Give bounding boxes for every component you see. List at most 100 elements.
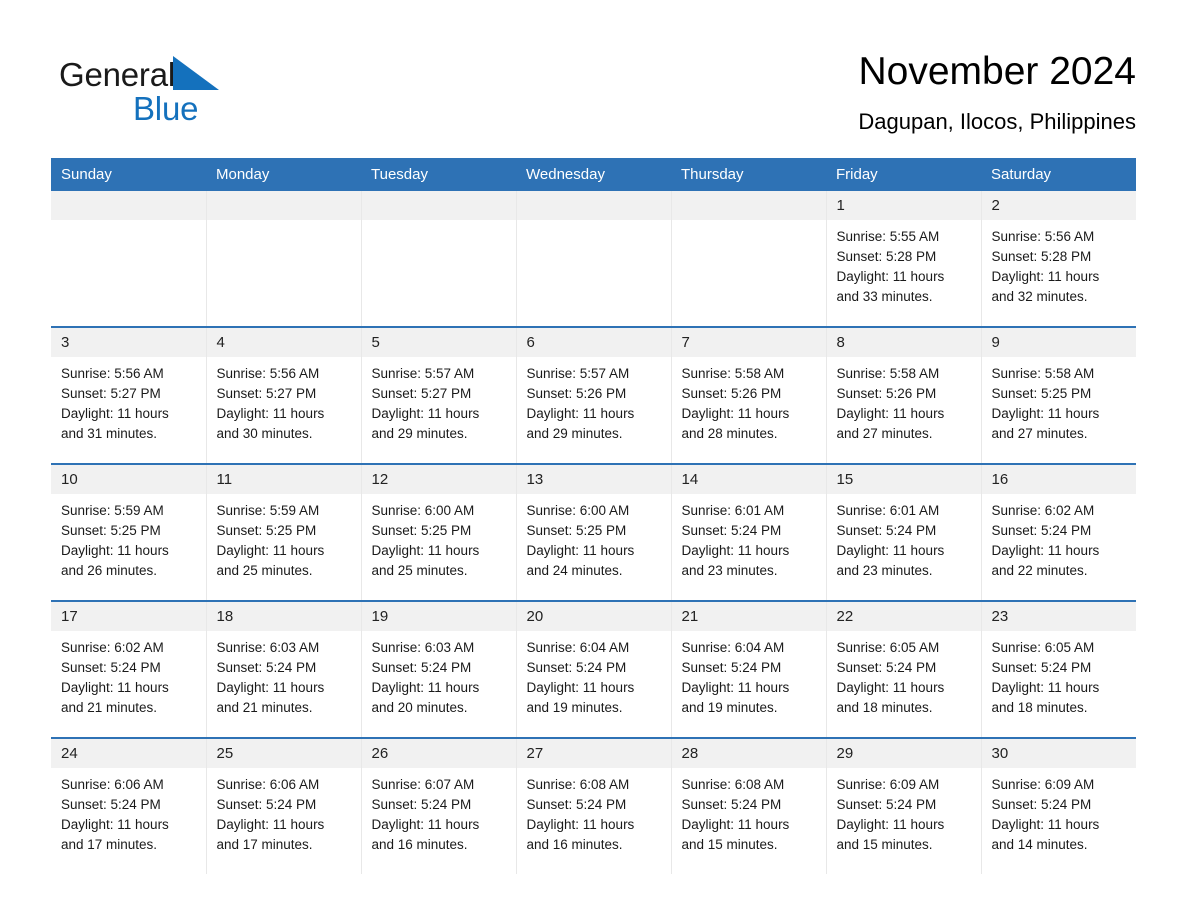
- day-details: Sunrise: 6:06 AM Sunset: 5:24 PM Dayligh…: [51, 768, 206, 855]
- sunset-text: Sunset: 5:27 PM: [61, 386, 161, 401]
- day-cell[interactable]: 11 Sunrise: 5:59 AM Sunset: 5:25 PM Dayl…: [205, 463, 362, 601]
- day-number: 16: [981, 465, 1136, 494]
- daylight-text-line2: and 21 minutes.: [61, 700, 158, 715]
- day-details: Sunrise: 6:04 AM Sunset: 5:24 PM Dayligh…: [672, 631, 826, 718]
- daylight-text-line2: and 27 minutes.: [991, 426, 1088, 441]
- day-cell[interactable]: 2 Sunrise: 5:56 AM Sunset: 5:28 PM Dayli…: [980, 191, 1136, 327]
- day-number: 5: [361, 328, 516, 357]
- day-cell[interactable]: 13 Sunrise: 6:00 AM Sunset: 5:25 PM Dayl…: [515, 463, 672, 601]
- weekday-header-row: Sunday Monday Tuesday Wednesday Thursday…: [51, 158, 1136, 191]
- daylight-text-line2: and 17 minutes.: [216, 837, 313, 852]
- week-row: 1 Sunrise: 5:55 AM Sunset: 5:28 PM Dayli…: [51, 191, 1136, 327]
- day-details: Sunrise: 5:59 AM Sunset: 5:25 PM Dayligh…: [207, 494, 361, 581]
- sunrise-text: Sunrise: 6:02 AM: [991, 503, 1095, 518]
- sunset-text: Sunset: 5:24 PM: [61, 797, 161, 812]
- sunrise-text: Sunrise: 5:57 AM: [371, 366, 475, 381]
- sunrise-text: Sunrise: 6:08 AM: [526, 777, 630, 792]
- day-cell[interactable]: [515, 191, 672, 327]
- day-cell[interactable]: 10 Sunrise: 5:59 AM Sunset: 5:25 PM Dayl…: [51, 463, 207, 601]
- day-details: Sunrise: 6:02 AM Sunset: 5:24 PM Dayligh…: [51, 631, 206, 718]
- day-cell[interactable]: [670, 191, 827, 327]
- day-cell[interactable]: 26 Sunrise: 6:07 AM Sunset: 5:24 PM Dayl…: [360, 737, 517, 874]
- daylight-text-line2: and 29 minutes.: [371, 426, 468, 441]
- day-details: Sunrise: 6:00 AM Sunset: 5:25 PM Dayligh…: [362, 494, 516, 581]
- sunset-text: Sunset: 5:24 PM: [991, 523, 1092, 538]
- day-cell[interactable]: [51, 191, 207, 327]
- day-cell[interactable]: 3 Sunrise: 5:56 AM Sunset: 5:27 PM Dayli…: [51, 326, 207, 464]
- day-cell[interactable]: 29 Sunrise: 6:09 AM Sunset: 5:24 PM Dayl…: [825, 737, 982, 874]
- day-number: 3: [51, 328, 206, 357]
- day-cell[interactable]: 30 Sunrise: 6:09 AM Sunset: 5:24 PM Dayl…: [980, 737, 1136, 874]
- sunrise-text: Sunrise: 6:01 AM: [836, 503, 940, 518]
- day-cell[interactable]: 20 Sunrise: 6:04 AM Sunset: 5:24 PM Dayl…: [515, 600, 672, 738]
- day-cell[interactable]: 19 Sunrise: 6:03 AM Sunset: 5:24 PM Dayl…: [360, 600, 517, 738]
- day-details: Sunrise: 5:58 AM Sunset: 5:26 PM Dayligh…: [672, 357, 826, 444]
- daylight-text-line2: and 32 minutes.: [991, 289, 1088, 304]
- daylight-text-line1: Daylight: 11 hours: [526, 543, 635, 558]
- day-number: 18: [206, 602, 361, 631]
- day-cell[interactable]: 6 Sunrise: 5:57 AM Sunset: 5:26 PM Dayli…: [515, 326, 672, 464]
- daylight-text-line1: Daylight: 11 hours: [526, 817, 635, 832]
- day-details: Sunrise: 6:01 AM Sunset: 5:24 PM Dayligh…: [672, 494, 826, 581]
- daylight-text-line2: and 25 minutes.: [371, 563, 468, 578]
- day-cell[interactable]: 25 Sunrise: 6:06 AM Sunset: 5:24 PM Dayl…: [205, 737, 362, 874]
- daylight-text-line1: Daylight: 11 hours: [991, 543, 1100, 558]
- daylight-text-line2: and 23 minutes.: [836, 563, 933, 578]
- day-cell[interactable]: 14 Sunrise: 6:01 AM Sunset: 5:24 PM Dayl…: [670, 463, 827, 601]
- day-cell[interactable]: 1 Sunrise: 5:55 AM Sunset: 5:28 PM Dayli…: [825, 191, 982, 327]
- sunset-text: Sunset: 5:24 PM: [371, 660, 472, 675]
- weekday-header-tuesday: Tuesday: [361, 158, 516, 191]
- sunrise-text: Sunrise: 5:58 AM: [836, 366, 940, 381]
- day-number: 2: [981, 191, 1136, 220]
- day-cell[interactable]: 9 Sunrise: 5:58 AM Sunset: 5:25 PM Dayli…: [980, 326, 1136, 464]
- day-number: [361, 191, 516, 220]
- day-cell[interactable]: 5 Sunrise: 5:57 AM Sunset: 5:27 PM Dayli…: [360, 326, 517, 464]
- daylight-text-line1: Daylight: 11 hours: [681, 817, 790, 832]
- sunset-text: Sunset: 5:24 PM: [681, 660, 782, 675]
- day-cell[interactable]: 17 Sunrise: 6:02 AM Sunset: 5:24 PM Dayl…: [51, 600, 207, 738]
- sunset-text: Sunset: 5:25 PM: [61, 523, 161, 538]
- day-cell[interactable]: 4 Sunrise: 5:56 AM Sunset: 5:27 PM Dayli…: [205, 326, 362, 464]
- day-details: Sunrise: 5:56 AM Sunset: 5:27 PM Dayligh…: [51, 357, 206, 444]
- day-details: Sunrise: 6:05 AM Sunset: 5:24 PM Dayligh…: [982, 631, 1137, 718]
- day-number: 25: [206, 739, 361, 768]
- sunset-text: Sunset: 5:24 PM: [991, 660, 1092, 675]
- daylight-text-line2: and 27 minutes.: [836, 426, 933, 441]
- sunrise-text: Sunrise: 6:09 AM: [991, 777, 1095, 792]
- daylight-text-line1: Daylight: 11 hours: [991, 680, 1100, 695]
- day-cell[interactable]: 21 Sunrise: 6:04 AM Sunset: 5:24 PM Dayl…: [670, 600, 827, 738]
- day-cell[interactable]: [205, 191, 362, 327]
- daylight-text-line2: and 14 minutes.: [991, 837, 1088, 852]
- day-cell[interactable]: 22 Sunrise: 6:05 AM Sunset: 5:24 PM Dayl…: [825, 600, 982, 738]
- day-cell[interactable]: 28 Sunrise: 6:08 AM Sunset: 5:24 PM Dayl…: [670, 737, 827, 874]
- daylight-text-line2: and 22 minutes.: [991, 563, 1088, 578]
- day-number: 21: [671, 602, 826, 631]
- day-details: Sunrise: 5:57 AM Sunset: 5:26 PM Dayligh…: [517, 357, 671, 444]
- day-number: 28: [671, 739, 826, 768]
- day-cell[interactable]: 23 Sunrise: 6:05 AM Sunset: 5:24 PM Dayl…: [980, 600, 1137, 738]
- day-details: [362, 220, 516, 227]
- daylight-text-line2: and 20 minutes.: [371, 700, 468, 715]
- day-cell[interactable]: 15 Sunrise: 6:01 AM Sunset: 5:24 PM Dayl…: [825, 463, 982, 601]
- sunrise-text: Sunrise: 6:04 AM: [526, 640, 630, 655]
- day-cell[interactable]: 18 Sunrise: 6:03 AM Sunset: 5:24 PM Dayl…: [205, 600, 362, 738]
- sunrise-text: Sunrise: 5:58 AM: [681, 366, 785, 381]
- day-number: 6: [516, 328, 671, 357]
- daylight-text-line2: and 31 minutes.: [61, 426, 158, 441]
- sunset-text: Sunset: 5:24 PM: [371, 797, 472, 812]
- day-cell[interactable]: [360, 191, 517, 327]
- sunrise-text: Sunrise: 6:00 AM: [371, 503, 475, 518]
- sunrise-text: Sunrise: 6:05 AM: [836, 640, 940, 655]
- day-cell[interactable]: 16 Sunrise: 6:02 AM Sunset: 5:24 PM Dayl…: [980, 463, 1136, 601]
- day-number: 8: [826, 328, 981, 357]
- sunset-text: Sunset: 5:24 PM: [526, 660, 627, 675]
- sunrise-text: Sunrise: 6:06 AM: [216, 777, 320, 792]
- day-cell[interactable]: 12 Sunrise: 6:00 AM Sunset: 5:25 PM Dayl…: [360, 463, 517, 601]
- sunset-text: Sunset: 5:24 PM: [836, 523, 937, 538]
- day-cell[interactable]: 27 Sunrise: 6:08 AM Sunset: 5:24 PM Dayl…: [515, 737, 672, 874]
- day-cell[interactable]: 8 Sunrise: 5:58 AM Sunset: 5:26 PM Dayli…: [825, 326, 982, 464]
- day-cell[interactable]: 7 Sunrise: 5:58 AM Sunset: 5:26 PM Dayli…: [670, 326, 827, 464]
- week-row: 24 Sunrise: 6:06 AM Sunset: 5:24 PM Dayl…: [51, 737, 1136, 874]
- day-cell[interactable]: 24 Sunrise: 6:06 AM Sunset: 5:24 PM Dayl…: [51, 737, 207, 874]
- day-details: Sunrise: 6:06 AM Sunset: 5:24 PM Dayligh…: [207, 768, 361, 855]
